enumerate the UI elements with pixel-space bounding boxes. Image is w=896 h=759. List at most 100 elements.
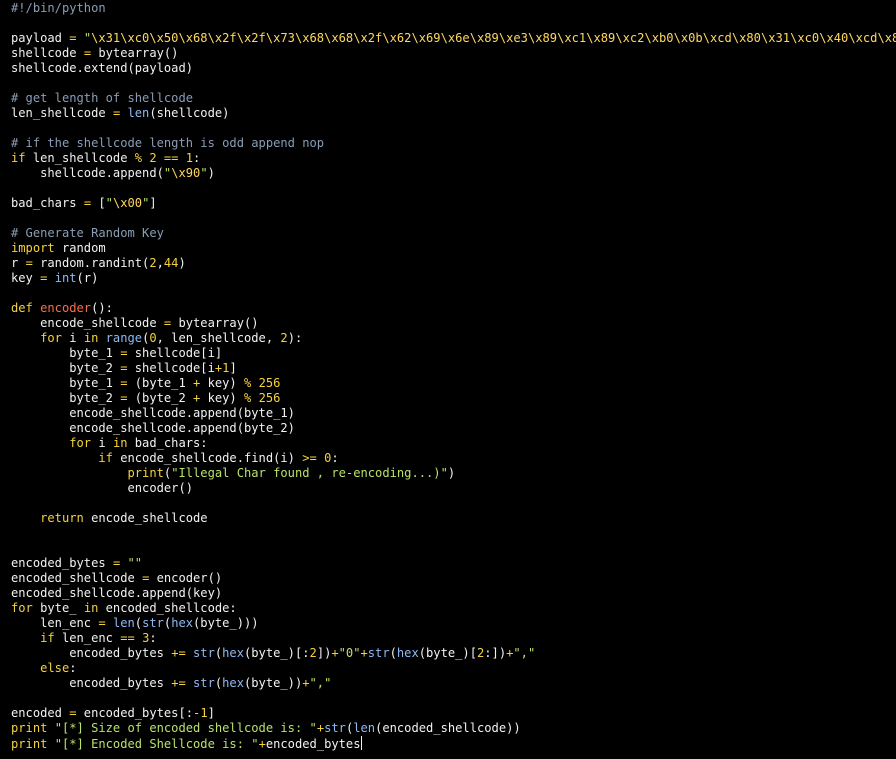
code-token: \x40 xyxy=(819,31,849,45)
code-token: ( xyxy=(134,616,143,630)
code-token: encoded_bytes xyxy=(11,676,172,690)
code-token: "[*] Encoded Shellcode is: " xyxy=(54,737,259,751)
code-token: (byte_)) xyxy=(244,676,303,690)
code-token: \x68 xyxy=(178,31,208,45)
code-line: byte_2 = (byte_2 + key) % 256 xyxy=(11,391,896,406)
code-line: encoded_bytes += str(hex(byte_))+"," xyxy=(11,676,896,691)
code-token: + xyxy=(331,646,339,660)
code-token: \x31 xyxy=(760,31,791,45)
code-token: ] xyxy=(149,196,157,210)
code-token: i xyxy=(61,331,84,345)
code-token: shellcode.extend(payload) xyxy=(11,61,194,75)
code-line: byte_2 = shellcode[i+1] xyxy=(11,361,896,376)
code-token: byte_1 xyxy=(11,376,121,390)
code-token: in xyxy=(83,601,99,615)
code-token: += xyxy=(171,676,186,690)
code-token: range xyxy=(105,331,143,345)
code-token: ): xyxy=(287,331,303,345)
code-token: (encoded_shellcode)) xyxy=(375,721,521,735)
code-token: str xyxy=(193,676,215,690)
code-line: encoded_shellcode = encoder() xyxy=(11,571,896,586)
code-token: 1 xyxy=(200,706,208,720)
code-line: def encoder(): xyxy=(11,301,896,316)
code-editor[interactable]: #!/bin/python payload = "\x31\xc0\x50\x68… xyxy=(0,0,896,759)
code-line: encoder() xyxy=(11,481,896,496)
code-token: 2 xyxy=(280,331,288,345)
code-token: encode_shellcode.append(byte_2) xyxy=(11,421,295,435)
code-token: \xc0 xyxy=(120,31,150,45)
code-token: str xyxy=(367,646,390,660)
code-token: if xyxy=(11,151,26,165)
code-token: ) xyxy=(447,466,456,480)
code-line: shellcode = bytearray() xyxy=(11,46,896,61)
code-token: str xyxy=(193,646,215,660)
code-token: encode_shellcode xyxy=(11,316,164,330)
code-token: hex xyxy=(171,616,194,630)
code-token: random.randint( xyxy=(32,256,150,270)
code-token: = xyxy=(120,391,128,405)
code-token: "," xyxy=(513,646,536,660)
code-line: len_shellcode = len(shellcode) xyxy=(11,106,896,121)
code-token: shellcode[i] xyxy=(127,346,223,360)
code-token: \xb0 xyxy=(644,31,674,45)
code-token: 2 xyxy=(309,646,317,660)
code-token: byte_ xyxy=(32,601,84,615)
code-line: len_enc = len(str(hex(byte_))) xyxy=(11,616,896,631)
code-token: encoded_bytes xyxy=(265,737,361,751)
code-token: \x68 xyxy=(324,31,354,45)
code-token: byte_1 xyxy=(11,346,121,360)
code-token: for xyxy=(11,601,33,615)
code-token: 256 xyxy=(258,376,281,390)
code-token: if xyxy=(98,451,113,465)
code-token: encoder xyxy=(40,301,92,315)
code-line: encode_shellcode.append(byte_1) xyxy=(11,406,896,421)
code-token: print xyxy=(11,737,48,751)
code-area[interactable]: #!/bin/python payload = "\x31\xc0\x50\x68… xyxy=(11,1,896,751)
code-line: import random xyxy=(11,241,896,256)
code-token: bad_chars xyxy=(11,196,84,210)
code-token: i xyxy=(91,436,113,450)
code-token: + xyxy=(316,721,325,735)
code-line: # if the shellcode length is odd append … xyxy=(11,136,896,151)
code-token: \x50 xyxy=(149,31,179,45)
code-line: r = random.randint(2,44) xyxy=(11,256,896,271)
code-line: # get length of shellcode xyxy=(11,91,896,106)
code-token: (byte_2 xyxy=(127,391,194,405)
code-token: " xyxy=(83,31,92,45)
code-token: encoded_shellcode.append(key) xyxy=(11,586,223,600)
code-line: if len_enc == 3: xyxy=(11,631,896,646)
code-token: encoded_bytes[: xyxy=(76,706,194,720)
code-token: hex xyxy=(396,646,419,660)
code-line: for i in bad_chars: xyxy=(11,436,896,451)
code-token: = xyxy=(120,346,128,360)
code-line: for byte_ in encoded_shellcode: xyxy=(11,601,896,616)
code-token: (): xyxy=(91,301,113,315)
code-line: bad_chars = ["\x00"] xyxy=(11,196,896,211)
code-token: r xyxy=(11,256,26,270)
code-token: "[*] Size of encoded shellcode is: " xyxy=(54,721,317,735)
code-line: encoded_shellcode.append(key) xyxy=(11,586,896,601)
code-token: 2 xyxy=(149,256,157,270)
code-token: str xyxy=(324,721,346,735)
code-token: \x89 xyxy=(586,31,616,45)
code-token: % xyxy=(134,151,143,165)
code-token: bytearray() xyxy=(91,46,179,60)
code-token: encoded_bytes xyxy=(11,556,113,570)
code-token: encode_shellcode.find(i) xyxy=(112,451,303,465)
code-token: :]) xyxy=(484,646,507,660)
code-token: encoder() xyxy=(11,481,194,495)
code-line: # Generate Random Key xyxy=(11,226,896,241)
code-token: + xyxy=(258,737,266,751)
code-token: random xyxy=(54,241,106,255)
